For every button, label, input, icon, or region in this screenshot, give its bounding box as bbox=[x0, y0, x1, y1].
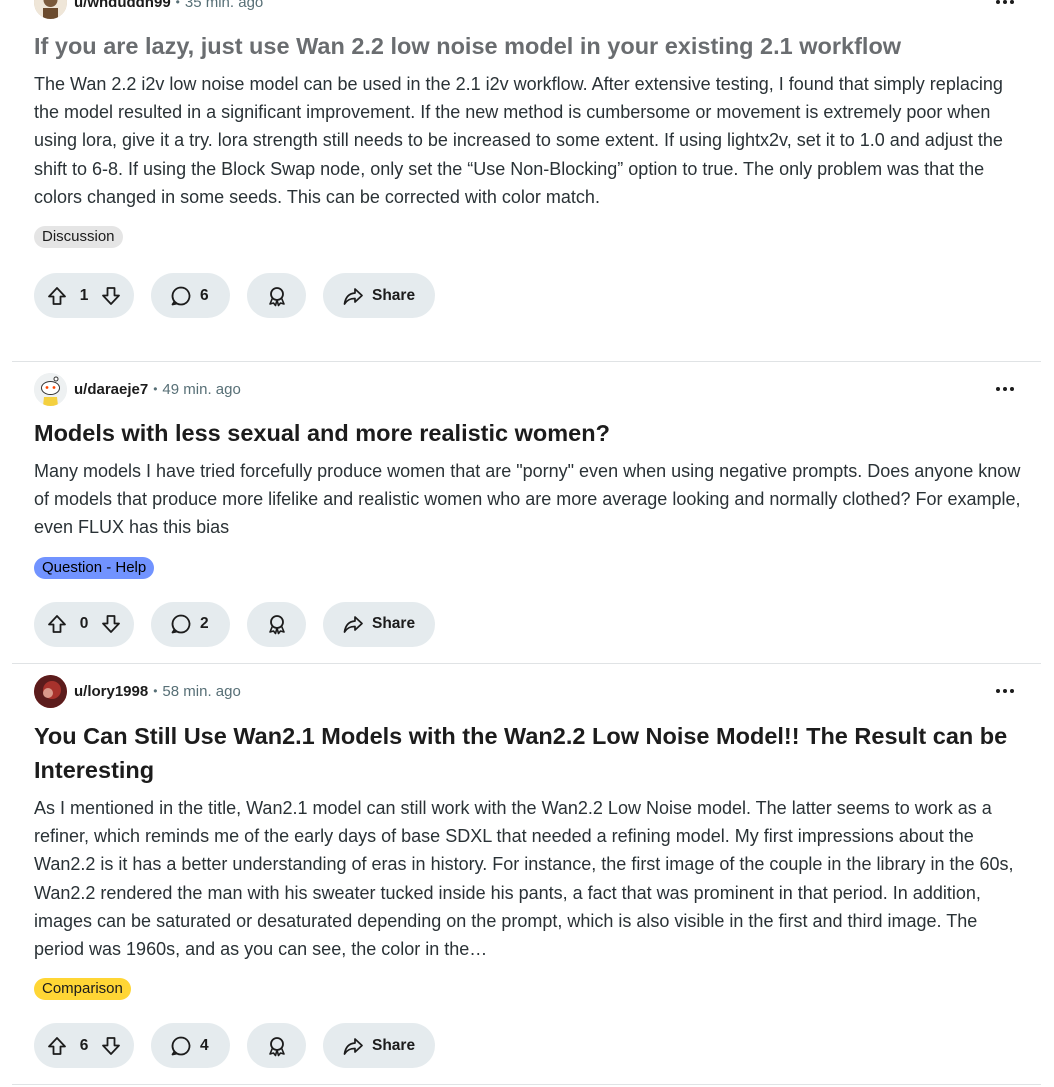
award-icon bbox=[266, 613, 288, 635]
vote-control: 1 bbox=[34, 273, 134, 319]
post-flair[interactable]: Discussion bbox=[34, 226, 123, 249]
share-label: Share bbox=[372, 1036, 416, 1054]
share-label: Share bbox=[372, 286, 416, 304]
post-time: 49 min. ago bbox=[162, 380, 241, 398]
share-icon bbox=[342, 1035, 364, 1057]
share-icon bbox=[342, 613, 364, 635]
post-body[interactable]: The Wan 2.2 i2v low noise model can be u… bbox=[34, 70, 1027, 211]
post-card[interactable]: u/whduddh99 • 35 min. ago If you are laz… bbox=[12, 0, 1041, 319]
username[interactable]: u/daraeje7 bbox=[74, 381, 148, 398]
post-card[interactable]: u/lory1998 • 58 min. ago You Can Still U… bbox=[12, 674, 1041, 1069]
vote-control: 6 bbox=[34, 1023, 134, 1069]
post-body[interactable]: Many models I have tried forcefully prod… bbox=[34, 457, 1027, 542]
more-options-icon[interactable] bbox=[993, 681, 1017, 701]
share-button[interactable]: Share bbox=[323, 1023, 435, 1069]
post-flair[interactable]: Comparison bbox=[34, 978, 131, 1001]
avatar[interactable] bbox=[34, 372, 67, 406]
downvote-icon[interactable] bbox=[100, 1035, 122, 1057]
post-divider bbox=[12, 663, 1041, 664]
post-title[interactable]: If you are lazy, just use Wan 2.2 low no… bbox=[34, 29, 1027, 63]
post-flair[interactable]: Question - Help bbox=[34, 556, 155, 579]
award-icon bbox=[266, 285, 288, 307]
separator-dot: • bbox=[153, 684, 158, 698]
downvote-icon[interactable] bbox=[100, 613, 122, 635]
post-divider bbox=[12, 361, 1041, 362]
post-meta: u/lory1998 • 58 min. ago bbox=[34, 674, 1027, 708]
comment-count: 6 bbox=[200, 286, 209, 304]
post-time: 35 min. ago bbox=[184, 0, 264, 11]
award-icon bbox=[266, 1035, 288, 1057]
comment-icon bbox=[170, 613, 192, 635]
post-actions: 1 6 Share bbox=[34, 273, 1027, 319]
comment-count: 4 bbox=[200, 1036, 209, 1054]
separator-dot: • bbox=[175, 0, 180, 9]
vote-count: 0 bbox=[79, 615, 89, 633]
award-button[interactable] bbox=[247, 273, 306, 319]
comment-icon bbox=[170, 1035, 192, 1057]
avatar[interactable] bbox=[34, 674, 67, 708]
post-time: 58 min. ago bbox=[162, 682, 241, 700]
downvote-icon[interactable] bbox=[100, 285, 122, 307]
vote-count: 6 bbox=[79, 1036, 89, 1054]
upvote-icon[interactable] bbox=[46, 613, 68, 635]
comments-button[interactable]: 6 bbox=[151, 273, 230, 319]
post-actions: 0 2 Share bbox=[34, 601, 1027, 647]
comments-button[interactable]: 4 bbox=[151, 1023, 230, 1069]
share-button[interactable]: Share bbox=[323, 601, 435, 647]
post-meta: u/whduddh99 • 35 min. ago bbox=[34, 0, 1027, 19]
username[interactable]: u/lory1998 bbox=[74, 683, 148, 700]
vote-count: 1 bbox=[79, 286, 89, 304]
post-title[interactable]: Models with less sexual and more realist… bbox=[34, 416, 1027, 450]
share-icon bbox=[342, 285, 364, 307]
award-button[interactable] bbox=[247, 1023, 306, 1069]
separator-dot: • bbox=[153, 382, 158, 396]
vote-control: 0 bbox=[34, 601, 134, 647]
comments-button[interactable]: 2 bbox=[151, 601, 230, 647]
post-actions: 6 4 Share bbox=[34, 1023, 1027, 1069]
post-divider bbox=[12, 1084, 1041, 1085]
post-feed: u/whduddh99 • 35 min. ago If you are laz… bbox=[0, 0, 1054, 1087]
post-body[interactable]: As I mentioned in the title, Wan2.1 mode… bbox=[34, 794, 1027, 963]
more-options-icon[interactable] bbox=[993, 379, 1017, 399]
share-button[interactable]: Share bbox=[323, 273, 435, 319]
more-options-icon[interactable] bbox=[993, 0, 1017, 12]
award-button[interactable] bbox=[247, 601, 306, 647]
share-label: Share bbox=[372, 615, 416, 633]
upvote-icon[interactable] bbox=[46, 1035, 68, 1057]
comment-icon bbox=[170, 285, 192, 307]
post-title[interactable]: You Can Still Use Wan2.1 Models with the… bbox=[34, 719, 1027, 787]
post-card[interactable]: u/daraeje7 • 49 min. ago Models with les… bbox=[12, 372, 1041, 647]
comment-count: 2 bbox=[200, 615, 209, 633]
username[interactable]: u/whduddh99 bbox=[74, 0, 171, 11]
post-meta: u/daraeje7 • 49 min. ago bbox=[34, 372, 1027, 406]
avatar[interactable] bbox=[34, 0, 67, 19]
upvote-icon[interactable] bbox=[46, 285, 68, 307]
